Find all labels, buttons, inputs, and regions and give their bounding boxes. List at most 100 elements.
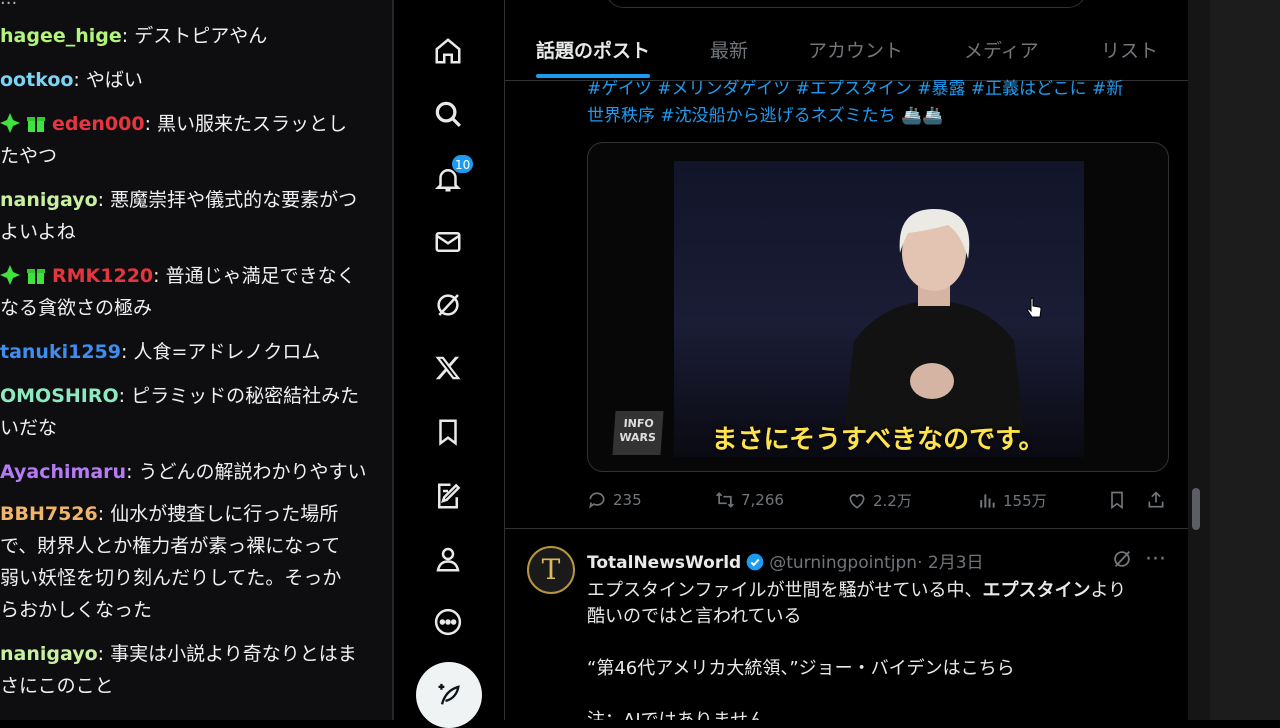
chat-message-line: nanigayo: 事実は小説より奇なりとはま xyxy=(0,638,392,670)
heart-icon xyxy=(849,493,865,509)
post-text-line: エプスタインファイルが世間を騒がせている中、エプスタインより xyxy=(587,576,1126,602)
chat-message-text: さにこのこと xyxy=(0,675,114,697)
chat-separator: : xyxy=(121,341,134,363)
chat-message-text: やばい xyxy=(85,69,143,91)
chat-username[interactable]: nanigayo xyxy=(0,643,98,665)
chat-message-text: 悪魔崇拝や儀式的な要素がつ xyxy=(110,189,358,211)
communities-icon[interactable] xyxy=(426,474,470,518)
more-options-icon[interactable]: ··· xyxy=(1145,547,1166,572)
post-text-line: “第46代アメリカ大統領、”ジョー・バイデンはこちら xyxy=(587,658,1015,679)
post-author: TotalNewsWorld @turningpointjpn· 2月3日 xyxy=(587,548,984,573)
sparkle-badge-icon[interactable] xyxy=(0,265,20,285)
chat-message-line: たやつ xyxy=(0,140,392,172)
chat-message-text: なる貪欲さの極み xyxy=(0,297,153,319)
chat-message-text: で、財界人とか権力者が素っ裸になって xyxy=(0,535,341,557)
chat-message-line: BBH7526: 仙水が捜査しに行った場所 xyxy=(0,498,392,530)
repost-button[interactable]: 7,266 xyxy=(715,490,784,510)
video-frame xyxy=(674,161,1084,457)
search-tabs: 話題のポスト 最新 アカウント メディア リスト xyxy=(505,14,1188,81)
reply-count: 235 xyxy=(613,491,642,509)
bookmark-button[interactable] xyxy=(1107,490,1127,510)
tab-top[interactable]: 話題のポスト xyxy=(536,36,650,63)
search-icon[interactable] xyxy=(426,92,470,136)
chat-message-text: 仙水が捜査しに行った場所 xyxy=(110,503,339,525)
chat-message-text: 黒い服来たスラッとし xyxy=(157,113,348,135)
chat-username[interactable]: Ayachimaru xyxy=(0,461,126,483)
chat-username[interactable]: nanigayo xyxy=(0,189,98,211)
tab-media[interactable]: メディア xyxy=(964,36,1039,63)
chat-username[interactable]: eden000 xyxy=(52,113,145,135)
grok-icon[interactable] xyxy=(426,283,470,327)
chat-message-line: tanuki1259: 人食=アドレノクロム xyxy=(0,336,392,368)
chat-message-text: よいよね xyxy=(0,221,76,243)
compose-post-button[interactable] xyxy=(416,662,482,728)
chat-message-line: OMOSHIRO: ピラミッドの秘密結社みた xyxy=(0,380,392,412)
reply-button[interactable]: 235 xyxy=(587,490,642,510)
sparkle-badge-icon[interactable] xyxy=(0,113,20,133)
feather-plus-icon xyxy=(438,683,460,705)
post-date[interactable]: · 2月3日 xyxy=(917,553,983,573)
hashtags-line-2[interactable]: 世界秩序 #沈没船から逃げるネズミたち 🚢🚢 xyxy=(587,103,1177,130)
repost-count: 7,266 xyxy=(741,491,784,509)
author-handle[interactable]: @turningpointjpn xyxy=(769,553,917,573)
mail-icon[interactable] xyxy=(426,220,470,264)
chat-message-text: 弱い妖怪を切り刻んだりしてた。そっか xyxy=(0,567,342,589)
post-text-segment: エプスタインファイルが世間を騒がせている中、 xyxy=(587,580,983,601)
author-name[interactable]: TotalNewsWorld xyxy=(587,553,741,573)
chat-message-line: いだな xyxy=(0,412,392,444)
views-button[interactable]: 155万 xyxy=(977,490,1047,511)
chat-username[interactable]: tanuki1259 xyxy=(0,341,121,363)
chat-separator: : xyxy=(118,385,132,407)
post-text-line: 酷いのではと言われている xyxy=(587,606,802,627)
chat-message-text: うどんの解説わかりやすい xyxy=(138,461,367,483)
speaker-figure xyxy=(844,209,1024,431)
chat-separator: : xyxy=(97,189,111,211)
chat-separator: : xyxy=(121,25,135,47)
bell-icon[interactable]: 10 xyxy=(426,154,475,201)
video-player[interactable]: INFO WARS まさにそうすべきなのです。 xyxy=(587,142,1169,472)
grok-icon[interactable] xyxy=(1111,548,1133,570)
more-icon[interactable] xyxy=(426,600,470,644)
chat-message-text: デストピアやん xyxy=(134,25,268,47)
home-icon[interactable] xyxy=(426,29,470,73)
gift-badge-icon[interactable] xyxy=(26,113,46,133)
share-button[interactable] xyxy=(1146,490,1166,510)
post-text-segment: より xyxy=(1090,580,1127,601)
share-icon xyxy=(1148,491,1164,508)
hashtags-line-1[interactable]: #ゲイツ #メリンダゲイツ #エプスタイン #暴露 #正義はどこに #新 xyxy=(587,76,1177,103)
right-panel-inner xyxy=(1210,0,1280,720)
chat-separator: : xyxy=(97,503,111,525)
chat-message-text: らおかしくなった xyxy=(0,599,153,621)
feed-scrollbar[interactable] xyxy=(1192,488,1200,530)
views-count: 155万 xyxy=(1003,492,1047,510)
chat-message-text: ピラミッドの秘密結社みた xyxy=(131,385,360,407)
search-bar-fragment[interactable] xyxy=(605,0,1087,8)
chat-message-text: たやつ xyxy=(0,145,58,167)
post-hashtags[interactable]: #ゲイツ #メリンダゲイツ #エプスタイン #暴露 #正義はどこに #新 世界秩… xyxy=(587,76,1177,130)
chat-separator: : xyxy=(97,643,111,665)
chat-message-line: ootkoo: やばい xyxy=(0,64,392,96)
gift-badge-icon[interactable] xyxy=(26,265,46,285)
x-logo-icon[interactable] xyxy=(426,346,470,390)
bookmark-icon[interactable] xyxy=(426,410,470,454)
chat-separator: : xyxy=(73,69,86,91)
chat-username[interactable]: ootkoo xyxy=(0,69,73,91)
like-button[interactable]: 2.2万 xyxy=(847,490,912,511)
x-sidebar-nav: 10 xyxy=(394,0,505,728)
profile-icon[interactable] xyxy=(426,537,470,581)
tab-accounts[interactable]: アカウント xyxy=(808,36,903,63)
chat-message-line: よいよね xyxy=(0,216,392,248)
chat-panel: ... hagee_hige: デストピアやん ootkoo: やばい eden00… xyxy=(0,0,392,720)
chat-username[interactable]: BBH7526 xyxy=(0,503,98,525)
tab-latest[interactable]: 最新 xyxy=(710,36,748,63)
chat-username[interactable]: OMOSHIRO xyxy=(0,385,119,407)
chat-top-fragment: ... xyxy=(0,0,17,9)
chat-username[interactable]: RMK1220 xyxy=(52,265,153,287)
tab-lists[interactable]: リスト xyxy=(1101,36,1158,63)
chat-separator: : xyxy=(144,113,158,135)
chat-message-line: なる貪欲さの極み xyxy=(0,292,392,324)
chat-message-text: 普通じゃ満足できなく xyxy=(165,265,356,287)
chat-username[interactable]: hagee_hige xyxy=(0,25,122,47)
views-icon xyxy=(980,493,995,508)
avatar[interactable]: T xyxy=(527,546,575,594)
